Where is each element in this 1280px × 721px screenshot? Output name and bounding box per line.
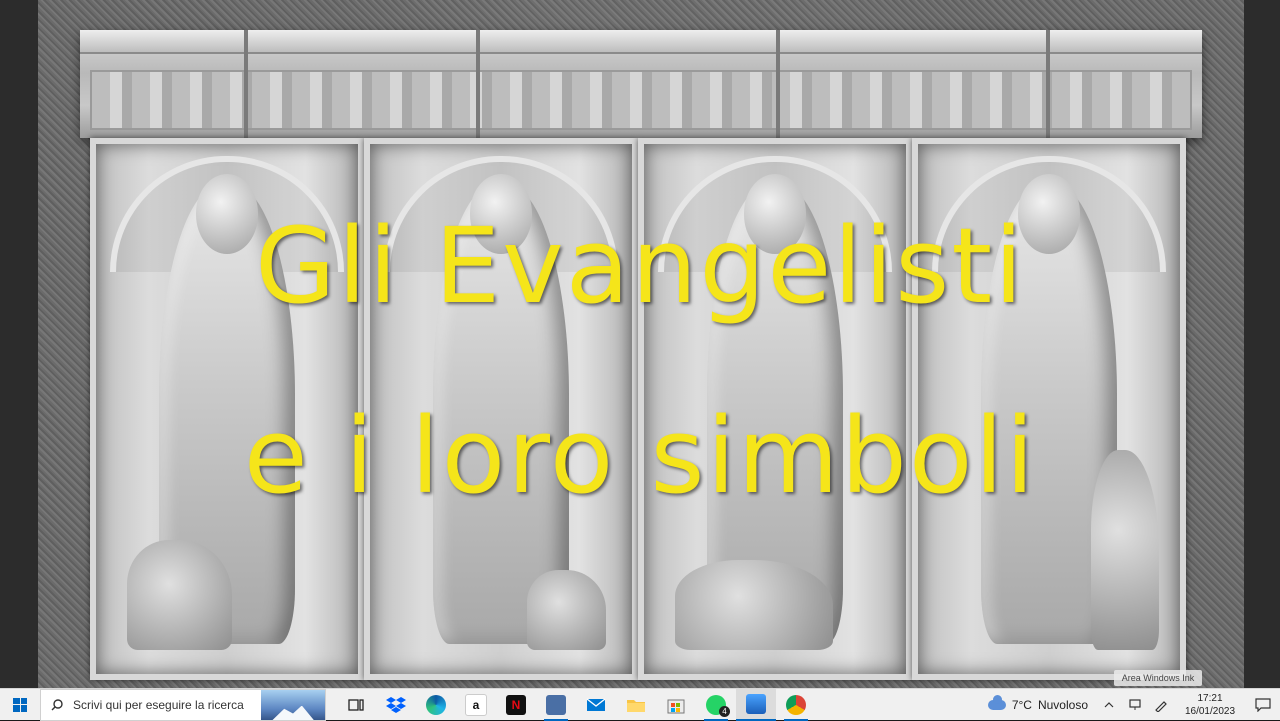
weather-widget[interactable]: 7°C Nuvoloso: [980, 694, 1096, 712]
file-explorer-button[interactable]: [616, 689, 656, 721]
eagle-symbol: [527, 570, 606, 650]
dropbox-icon: [386, 696, 406, 713]
cornice-seam: [476, 30, 480, 138]
cornice-frieze: [90, 70, 1192, 130]
cornice-seam: [244, 30, 248, 138]
pen-workspace-button[interactable]: [1148, 689, 1174, 721]
photo-viewer: Gli Evangelisti e i loro simboli Area Wi…: [0, 0, 1280, 688]
system-tray: 7°C Nuvoloso 17:21 16/01/2023: [980, 689, 1280, 721]
title-line-1: Gli Evangelisti: [255, 205, 1025, 327]
amazon-button[interactable]: a: [456, 689, 496, 721]
cornice-seam: [1046, 30, 1050, 138]
chrome-button[interactable]: [776, 689, 816, 721]
clock-time: 17:21: [1197, 692, 1223, 704]
search-icon: [51, 698, 63, 710]
relief-photo: [38, 0, 1244, 688]
edge-button[interactable]: [416, 689, 456, 721]
cornice-seam: [776, 30, 780, 138]
windows-taskbar: Scrivi qui per eseguire la ricerca a N 4…: [0, 688, 1280, 721]
netflix-button[interactable]: N: [496, 689, 536, 721]
taskbar-clock[interactable]: 17:21 16/01/2023: [1174, 692, 1246, 718]
title-line-2: e i loro simboli: [243, 395, 1037, 517]
chrome-icon: [786, 694, 806, 715]
cornice-moulding: [80, 30, 1202, 54]
photos-button[interactable]: [736, 688, 776, 721]
store-icon: [667, 699, 685, 713]
netflix-icon: N: [506, 694, 526, 715]
photos-icon: [746, 693, 766, 714]
store-button[interactable]: [656, 689, 696, 721]
taskbar-search-box[interactable]: Scrivi qui per eseguire la ricerca: [40, 688, 326, 721]
pen-icon: [1155, 700, 1167, 712]
chevron-up-icon: [1104, 701, 1114, 707]
windows-ink-watermark: Area Windows Ink: [1114, 670, 1202, 686]
app-window-button[interactable]: [536, 689, 576, 721]
task-view-button[interactable]: [336, 689, 376, 721]
cloud-icon: [987, 694, 1006, 710]
dropbox-button[interactable]: [376, 689, 416, 721]
clock-date: 16/01/2023: [1184, 705, 1236, 717]
windows-logo-icon: [13, 697, 27, 712]
network-icon: [1129, 698, 1141, 710]
search-placeholder: Scrivi qui per eseguire la ricerca: [73, 697, 244, 712]
app-window-icon: [546, 694, 566, 715]
show-hidden-icons-button[interactable]: [1096, 689, 1122, 721]
mail-icon: [586, 697, 606, 711]
start-button[interactable]: [0, 689, 40, 721]
pinned-apps: a N 4: [336, 688, 816, 721]
ox-symbol: [675, 560, 833, 650]
edge-icon: [426, 694, 446, 715]
search-highlight-icon: [261, 689, 325, 720]
notification-icon: [1255, 697, 1271, 712]
whatsapp-button[interactable]: 4: [696, 689, 736, 721]
action-center-button[interactable]: [1246, 689, 1280, 721]
weather-condition: Nuvoloso: [1037, 697, 1088, 712]
lion-symbol: [127, 540, 233, 650]
folder-icon: [627, 699, 645, 712]
network-button[interactable]: [1122, 689, 1148, 721]
stone-cornice: [80, 30, 1202, 138]
task-view-icon: [348, 698, 364, 711]
whatsapp-badge: 4: [719, 705, 730, 717]
amazon-icon: a: [465, 693, 487, 716]
weather-temp: 7°C: [1011, 697, 1032, 712]
mail-button[interactable]: [576, 689, 616, 721]
